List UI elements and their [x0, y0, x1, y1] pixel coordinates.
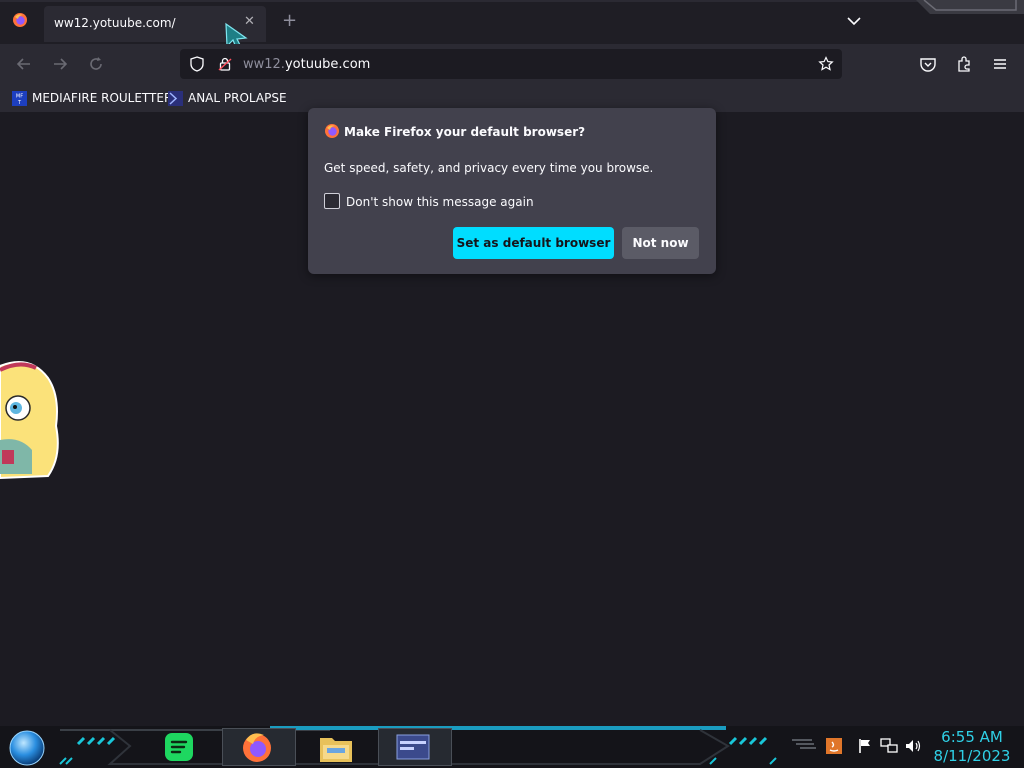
bookmark-item-mediafire[interactable]: MF T MEDIAFIRE ROULETTER: [12, 90, 172, 106]
java-update-icon[interactable]: [826, 738, 842, 754]
file-explorer-icon[interactable]: [318, 732, 354, 764]
extensions-icon[interactable]: [955, 55, 973, 73]
set-default-browser-button[interactable]: Set as default browser: [453, 227, 614, 259]
window-app-icon[interactable]: [396, 734, 430, 760]
spotify-icon[interactable]: [163, 732, 195, 762]
navigation-toolbar: ww12.yotuube.com: [0, 44, 1024, 84]
pocket-icon[interactable]: [919, 55, 937, 73]
dialog-message: Get speed, safety, and privacy every tim…: [324, 161, 654, 175]
action-center-flag-icon[interactable]: [857, 738, 873, 754]
reload-icon[interactable]: [87, 55, 105, 73]
mediafire-icon: MF T: [12, 90, 27, 106]
url-prefix: ww12.: [243, 57, 285, 72]
bookmark-item-second[interactable]: ANAL PROLAPSE: [168, 90, 287, 106]
url-text[interactable]: ww12.yotuube.com: [243, 57, 370, 72]
firefox-icon: [325, 124, 339, 138]
url-bar[interactable]: ww12.yotuube.com: [180, 49, 842, 79]
new-tab-button[interactable]: +: [282, 11, 297, 31]
forward-arrow-icon[interactable]: [51, 55, 69, 73]
url-host: yotuube.com: [284, 57, 371, 72]
tab-title: ww12.yotuube.com/: [54, 16, 176, 30]
dont-show-again-label[interactable]: Don't show this message again: [346, 195, 534, 209]
bookmark-label: MEDIAFIRE ROULETTER: [32, 91, 173, 105]
hamburger-menu-icon[interactable]: [991, 55, 1009, 73]
firefox-icon[interactable]: [240, 730, 274, 764]
start-orb-icon[interactable]: [8, 729, 46, 767]
theme-corner-decoration: [916, 0, 1024, 14]
default-browser-dialog: Make Firefox your default browser? Get s…: [308, 108, 716, 274]
shield-icon[interactable]: [189, 56, 205, 72]
bookmark-icon: [168, 90, 183, 106]
dont-show-again-checkbox[interactable]: [324, 193, 340, 209]
insecure-lock-icon[interactable]: [217, 56, 233, 72]
svg-text:MF: MF: [16, 93, 23, 99]
network-icon[interactable]: [880, 738, 898, 754]
bookmark-label: ANAL PROLAPSE: [188, 91, 287, 105]
clock-time[interactable]: 6:55 AM: [930, 728, 1014, 746]
cartoon-character-widget: [0, 361, 59, 480]
star-bookmark-icon[interactable]: [818, 56, 834, 72]
firefox-icon[interactable]: [12, 12, 28, 28]
back-arrow-icon[interactable]: [15, 55, 33, 73]
not-now-button[interactable]: Not now: [622, 227, 699, 259]
clock-date[interactable]: 8/11/2023: [930, 747, 1014, 765]
chevron-down-icon[interactable]: [845, 12, 863, 30]
tab-strip: ww12.yotuube.com/ ✕ +: [0, 0, 1024, 51]
taskbar: 6:55 AM 8/11/2023: [0, 726, 1024, 768]
volume-icon[interactable]: [904, 738, 922, 754]
dialog-title: Make Firefox your default browser?: [344, 125, 586, 139]
